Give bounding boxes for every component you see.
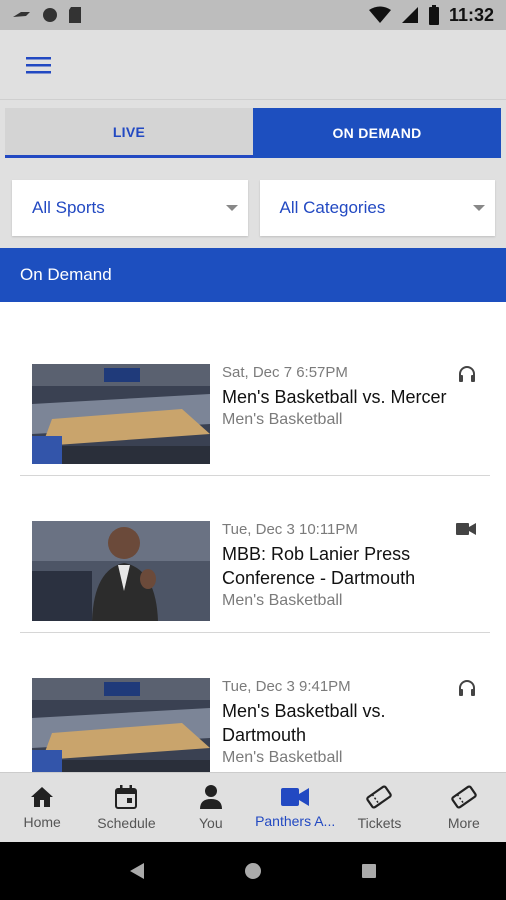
nav-label: Home <box>23 813 61 830</box>
headphones-icon <box>459 680 475 696</box>
sport-filter-value: All Sports <box>32 198 105 217</box>
nav-you[interactable]: You <box>169 773 253 842</box>
item-title: Men's Basketball vs. Mercer <box>222 387 447 407</box>
video-camera-icon <box>281 787 310 806</box>
nav-label: You <box>199 814 223 831</box>
list-item[interactable]: Sat, Dec 7 6:57PM Men's Basketball vs. M… <box>20 319 490 476</box>
system-navigation-bar <box>0 842 506 900</box>
person-icon <box>199 784 222 809</box>
tab-live[interactable]: LIVE <box>5 108 253 158</box>
item-sport: Men's Basketball <box>222 411 343 428</box>
item-title: Men's Basketball vs. Dartmouth <box>222 701 386 745</box>
item-details: Tue, Dec 3 9:41PM Men's Basketball vs. D… <box>222 677 462 769</box>
filter-row: All Sports All Categories <box>0 168 506 248</box>
wifi-icon <box>368 6 391 23</box>
headphones-icon <box>459 366 475 382</box>
nav-panthers-all-access[interactable]: Panthers A... <box>253 773 337 842</box>
ticket-icon <box>366 784 393 809</box>
ticket-icon <box>451 784 477 809</box>
app-bar <box>0 30 506 100</box>
section-header: On Demand <box>0 248 506 302</box>
item-details: Sat, Dec 7 6:57PM Men's Basketball vs. M… <box>222 363 462 431</box>
bottom-navigation: Home Schedule You Panthers A... Tickets … <box>0 772 506 842</box>
status-bar: 11:32 <box>0 0 506 30</box>
record-icon <box>43 8 57 22</box>
back-icon[interactable] <box>129 862 145 880</box>
coach-thumbnail <box>32 521 210 621</box>
nav-tickets[interactable]: Tickets <box>337 773 421 842</box>
item-title: MBB: Rob Lanier Press Conference - Dartm… <box>222 544 416 588</box>
recents-icon[interactable] <box>361 863 377 879</box>
sport-filter-select[interactable]: All Sports <box>12 180 248 236</box>
item-date: Sat, Dec 7 6:57PM <box>222 364 348 381</box>
arena-thumbnail <box>32 364 210 464</box>
nav-label: Tickets <box>357 814 402 831</box>
list-item[interactable]: Tue, Dec 3 9:41PM Men's Basketball vs. D… <box>20 633 490 772</box>
on-demand-list: Sat, Dec 7 6:57PM Men's Basketball vs. M… <box>0 302 506 772</box>
category-filter-value: All Categories <box>279 198 386 217</box>
item-date: Tue, Dec 3 10:11PM <box>222 521 358 538</box>
sd-card-icon <box>69 7 81 23</box>
nav-schedule[interactable]: Schedule <box>84 773 168 842</box>
category-filter-select[interactable]: All Categories <box>259 180 495 236</box>
item-date: Tue, Dec 3 9:41PM <box>222 678 351 695</box>
tab-bar: LIVE ON DEMAND <box>0 100 506 168</box>
video-camera-icon <box>456 523 476 535</box>
nav-label: Schedule <box>97 814 156 831</box>
calendar-icon <box>115 784 138 809</box>
hamburger-menu-icon[interactable] <box>26 55 52 75</box>
dropdown-caret-icon <box>473 205 485 211</box>
battery-icon <box>428 5 439 25</box>
section-title: On Demand <box>20 265 112 284</box>
dropdown-caret-icon <box>225 205 238 211</box>
nav-label: More <box>447 814 480 831</box>
signal-icon <box>401 7 418 23</box>
nav-home[interactable]: Home <box>0 773 84 842</box>
nav-more[interactable]: More <box>422 773 506 842</box>
item-sport: Men's Basketball <box>222 592 343 609</box>
tab-on-demand[interactable]: ON DEMAND <box>253 108 501 158</box>
home-circle-icon[interactable] <box>244 862 262 880</box>
notification-icon <box>13 12 30 17</box>
nav-label: Panthers A... <box>255 812 336 829</box>
item-sport: Men's Basketball <box>222 749 343 766</box>
item-details: Tue, Dec 3 10:11PM MBB: Rob Lanier Press… <box>222 520 462 612</box>
status-time: 11:32 <box>448 4 494 25</box>
home-icon <box>31 786 54 807</box>
list-item[interactable]: Tue, Dec 3 10:11PM MBB: Rob Lanier Press… <box>20 476 490 633</box>
arena-thumbnail <box>32 678 210 772</box>
